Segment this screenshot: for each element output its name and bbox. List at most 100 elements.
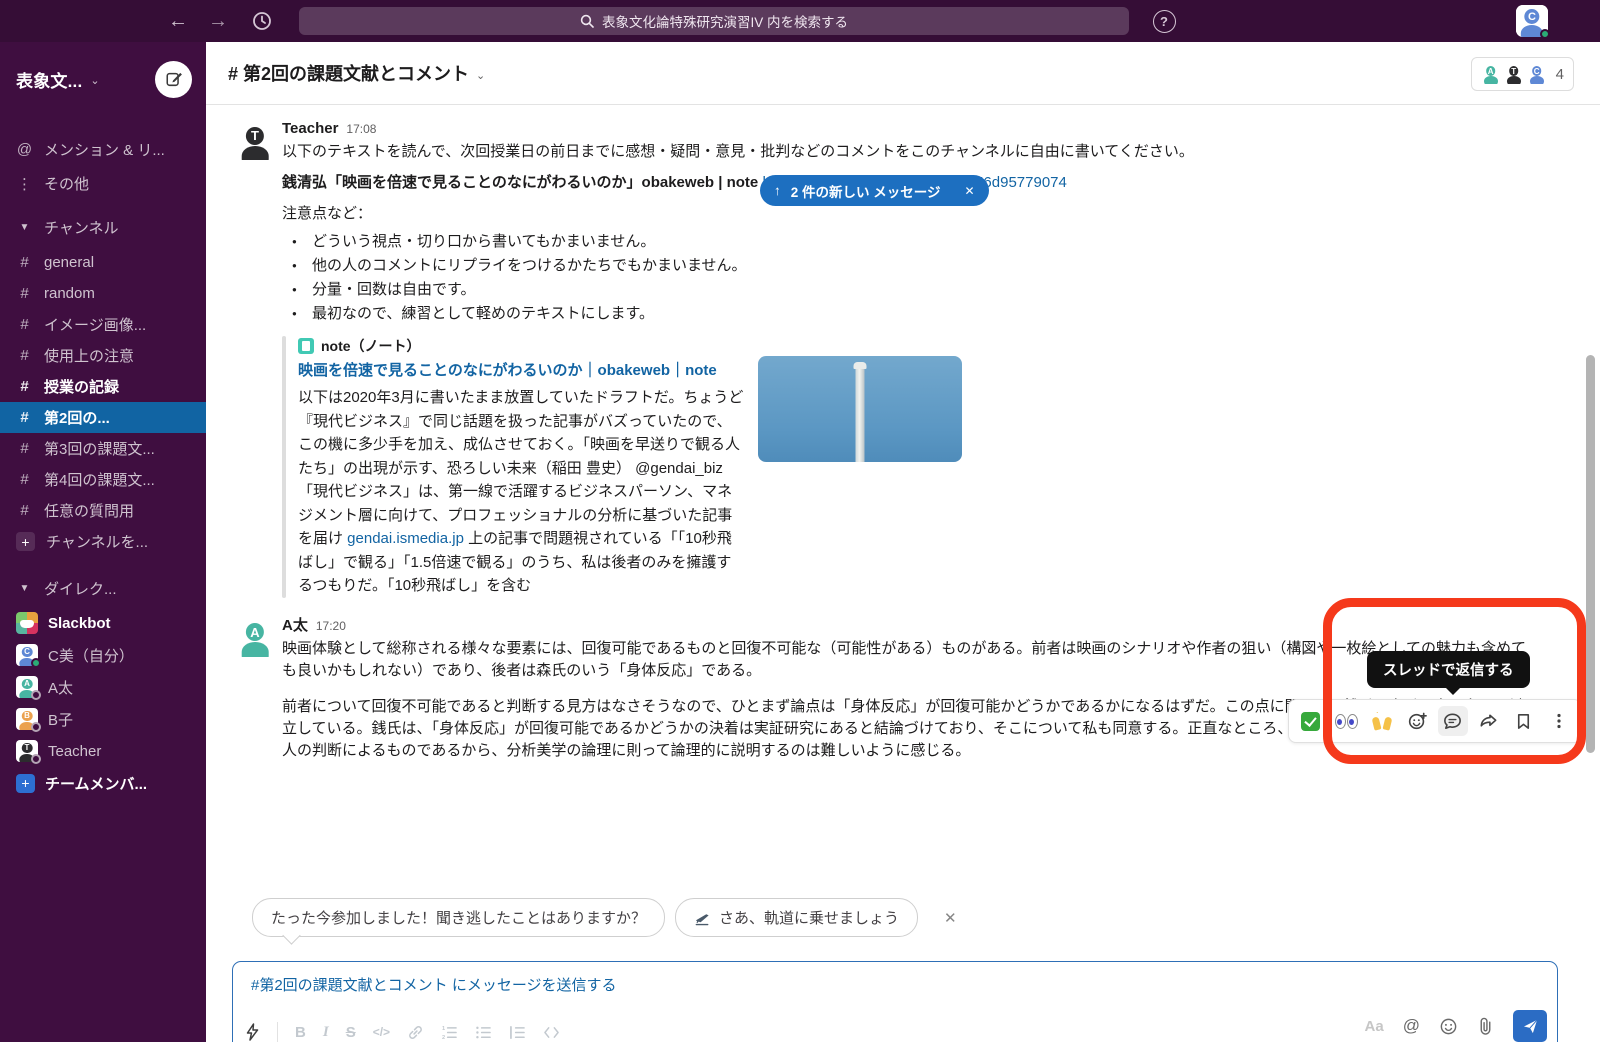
workspace-header[interactable]: 表象文... ⌄ xyxy=(0,42,206,108)
presence-offline-dot xyxy=(31,754,41,764)
sidebar-item-more[interactable]: ⋮ その他 xyxy=(0,168,206,199)
message-timestamp[interactable]: 17:20 xyxy=(316,617,346,636)
shortcuts-lightning-icon[interactable] xyxy=(245,1023,260,1041)
react-eyes-button[interactable] xyxy=(1331,706,1361,736)
help-button[interactable]: ? xyxy=(1150,7,1178,35)
sidebar-channel-session4[interactable]: #第4回の課題文... xyxy=(0,464,206,495)
channel-title[interactable]: # 第2回の課題文献とコメント xyxy=(228,60,469,86)
presence-dot xyxy=(1540,29,1550,39)
gendai-link[interactable]: gendai.ismedia.jp xyxy=(347,530,464,547)
bullet-list: どういう視点・切り口から書いてもかまいません。 他の人のコメントにリプライをつけ… xyxy=(282,230,1537,326)
service-name: note（ノート） xyxy=(321,336,421,356)
svg-text:2: 2 xyxy=(442,1035,445,1040)
new-messages-pill[interactable]: ↑ 2 件の新しい メッセージ ✕ xyxy=(760,175,989,206)
compose-pencil-icon xyxy=(165,70,183,88)
dm-section-header[interactable]: ▼ ダイレク... xyxy=(0,573,206,603)
more-actions-button[interactable] xyxy=(1544,706,1574,736)
arrow-up-icon: ↑ xyxy=(774,183,781,198)
sidebar-channel-usage-notes[interactable]: #使用上の注意 xyxy=(0,340,206,371)
suggestion-row: たった今参加しました！聞き逃したことはありますか？ さあ、軌道に乗せましょう ✕ xyxy=(252,898,957,937)
plus-icon: + xyxy=(16,774,35,793)
share-message-button[interactable] xyxy=(1473,706,1503,736)
dismiss-suggestions-icon[interactable]: ✕ xyxy=(944,909,957,927)
sidebar-channel-random[interactable]: #random xyxy=(0,278,206,309)
italic-button[interactable]: I xyxy=(323,1024,329,1041)
channels-section-header[interactable]: ▼ チャンネル xyxy=(0,212,206,242)
thread-reply-tooltip: スレッドで返信する xyxy=(1367,651,1530,688)
suggestion-pill-on-track[interactable]: さあ、軌道に乗せましょう xyxy=(675,898,918,937)
save-bookmark-button[interactable] xyxy=(1509,706,1539,736)
code-button[interactable]: </> xyxy=(373,1025,390,1039)
vertical-scrollbar[interactable] xyxy=(1586,355,1595,753)
forward-icon[interactable]: → xyxy=(204,0,232,42)
sidebar-channel-questions[interactable]: #任意の質問用 xyxy=(0,495,206,526)
sidebar-dm-teacher[interactable]: T Teacher xyxy=(0,735,206,767)
reply-in-thread-button[interactable] xyxy=(1438,706,1468,736)
sidebar-invite-teammates[interactable]: + チームメンバ... xyxy=(0,767,206,799)
compose-button[interactable] xyxy=(155,61,192,98)
message-composer: B I S </> 12 xyxy=(232,961,1558,1042)
hash-icon: # xyxy=(16,254,33,271)
sidebar-dm-bko[interactable]: B B子 xyxy=(0,703,206,735)
mention-icon[interactable]: @ xyxy=(1403,1016,1420,1036)
code-block-icon[interactable] xyxy=(543,1025,560,1040)
hash-icon: # xyxy=(16,502,33,519)
add-reaction-button[interactable] xyxy=(1402,706,1432,736)
help-icon: ? xyxy=(1153,10,1176,33)
tower-photo xyxy=(856,368,865,462)
message-timestamp[interactable]: 17:08 xyxy=(346,120,376,139)
sidebar-dm-cmi[interactable]: C C美（自分） xyxy=(0,639,206,671)
new-messages-label: 2 件の新しい メッセージ xyxy=(791,181,941,201)
message-author[interactable]: A太 xyxy=(282,616,308,635)
bold-button[interactable]: B xyxy=(295,1024,306,1041)
user-avatar[interactable]: C xyxy=(1516,5,1548,37)
close-icon[interactable]: ✕ xyxy=(965,184,975,198)
slack-app-window: ← → 表象文化論特殊研究演習IV 内を検索する ? C 表象文... ⌄ xyxy=(0,0,1600,1042)
workspace-name: 表象文... xyxy=(16,67,82,92)
suggestion-pill-joined[interactable]: たった今参加しました！聞き逃したことはありますか？ xyxy=(252,898,665,937)
member-avatar: A xyxy=(1481,64,1501,84)
channel-members-button[interactable]: A T C 4 xyxy=(1471,57,1574,91)
message-input[interactable] xyxy=(249,976,1153,995)
blockquote-icon[interactable] xyxy=(509,1025,526,1040)
send-button[interactable] xyxy=(1513,1010,1547,1042)
attach-file-icon[interactable] xyxy=(1477,1017,1494,1036)
sidebar-add-channel[interactable]: +チャンネルを... xyxy=(0,526,206,557)
bullet-list-icon[interactable] xyxy=(475,1025,492,1040)
history-icon[interactable] xyxy=(248,0,276,42)
avatar[interactable]: A xyxy=(236,619,274,657)
strikethrough-button[interactable]: S xyxy=(346,1024,356,1041)
react-check-button[interactable] xyxy=(1296,706,1326,736)
link-icon[interactable] xyxy=(407,1024,424,1041)
text-format-toggle[interactable]: Aa xyxy=(1365,1018,1384,1035)
react-raised-hands-button[interactable] xyxy=(1367,706,1397,736)
attachment-thumbnail[interactable] xyxy=(758,356,962,462)
raised-hands-emoji-icon xyxy=(1372,712,1392,730)
note-service-icon xyxy=(298,338,314,354)
sidebar-dm-ata[interactable]: A A太 xyxy=(0,671,206,703)
message-text: 映画体験として総称される様々な要素には、回復可能であるものと回復不可能な（可能性… xyxy=(282,638,1537,682)
sidebar-channel-class-record[interactable]: #授業の記録 xyxy=(0,371,206,402)
hash-icon: # xyxy=(16,440,33,457)
hash-icon: # xyxy=(16,471,33,488)
divider xyxy=(277,1022,278,1042)
back-icon[interactable]: ← xyxy=(164,0,192,42)
ordered-list-icon[interactable]: 12 xyxy=(441,1025,458,1040)
sidebar-dm-slackbot[interactable]: Slackbot xyxy=(0,607,206,639)
message-author[interactable]: Teacher xyxy=(282,119,338,138)
attachment-title-link[interactable]: 映画を倍速で見ることのなにがわるいのか｜obakeweb｜note xyxy=(298,359,744,383)
sidebar-channel-session2-selected[interactable]: #第2回の... xyxy=(0,402,206,433)
bullet-item: 他の人のコメントにリプライをつけるかたちでもかまいません。 xyxy=(292,254,1537,278)
search-input[interactable]: 表象文化論特殊研究演習IV 内を検索する xyxy=(299,7,1129,35)
sidebar-item-mentions[interactable]: @ メンション & リ... xyxy=(0,134,206,165)
main-panel: # 第2回の課題文献とコメント ⌄ A T C 4 T Teacher 17:0… xyxy=(206,42,1600,1042)
sidebar: 表象文... ⌄ @ メンション & リ... ⋮ その他 ▼ チャンネル #g… xyxy=(0,42,206,1042)
more-icon: ⋮ xyxy=(16,175,33,193)
hash-icon: # xyxy=(16,378,33,395)
sidebar-channel-session3[interactable]: #第3回の課題文... xyxy=(0,433,206,464)
presence-online-dot xyxy=(31,658,41,668)
emoji-picker-icon[interactable] xyxy=(1439,1017,1458,1036)
sidebar-channel-general[interactable]: #general xyxy=(0,247,206,278)
avatar[interactable]: T xyxy=(236,122,274,160)
sidebar-channel-image[interactable]: #イメージ画像... xyxy=(0,309,206,340)
